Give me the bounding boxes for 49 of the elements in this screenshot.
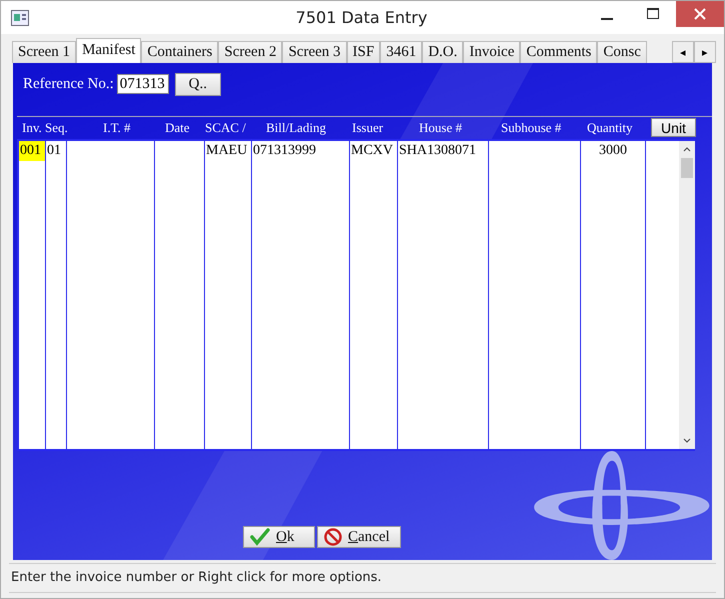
tab-scroll-button[interactable]: ▸ — [694, 41, 716, 63]
column-header-button[interactable]: Unit — [651, 118, 696, 137]
query-button[interactable]: Q.. — [174, 72, 221, 96]
table-cell-text: 01 — [46, 142, 62, 160]
table-cell-text: 071313999 — [252, 142, 317, 160]
column-header: Issuer — [352, 120, 384, 136]
tab[interactable]: Consc — [597, 41, 647, 63]
close-button[interactable] — [676, 1, 724, 27]
tab[interactable]: D.O. — [422, 41, 464, 63]
window-title: 7501 Data Entry — [294, 8, 428, 27]
cancel-button[interactable]: Cancel — [317, 526, 401, 548]
scroll-down-icon[interactable] — [683, 438, 691, 444]
column-header: I.T. # — [103, 120, 132, 136]
vertical-scrollbar[interactable] — [679, 141, 695, 449]
column-header: Subhouse # — [501, 120, 562, 136]
tab[interactable]: Screen 3 — [282, 41, 347, 63]
column-header: Bill/Lading — [266, 120, 327, 136]
table-cell-text: SHA1308071 — [398, 142, 478, 160]
minimize-icon — [601, 18, 613, 20]
app-icon — [11, 10, 29, 26]
column-header: SCAC / — [205, 120, 247, 136]
ok-button[interactable]: Ok — [243, 526, 315, 548]
maximize-icon — [646, 7, 660, 21]
table-cell-text: MAEU — [205, 142, 248, 160]
checkmark-icon — [250, 528, 270, 546]
tab[interactable]: Screen 1 — [12, 41, 76, 63]
column-header: House # — [419, 120, 463, 136]
scroll-thumb[interactable] — [681, 158, 693, 178]
tab[interactable]: Manifest — [76, 38, 142, 63]
column-header: Date — [165, 120, 191, 136]
tab[interactable]: Containers — [141, 41, 218, 63]
tab[interactable]: Invoice — [463, 41, 520, 63]
scroll-up-icon[interactable] — [683, 146, 691, 152]
tab[interactable]: Comments — [520, 41, 598, 63]
status-bar: Enter the invoice number or Right click for more options. — [9, 563, 716, 593]
close-icon — [693, 7, 707, 21]
tab[interactable]: 3461 — [380, 41, 422, 63]
column-header: Quantity — [587, 120, 634, 136]
column-header: Seq. — [45, 120, 69, 136]
table-cell: 001 — [19, 141, 45, 161]
table-cell-text: MCXV — [350, 142, 394, 160]
tab[interactable]: Screen 2 — [218, 41, 282, 63]
tab[interactable]: ISF — [346, 41, 380, 63]
table-cell-text: 3000 — [598, 142, 628, 160]
no-entry-icon — [324, 528, 342, 546]
tab-scroll-button[interactable]: ◂ — [672, 41, 694, 63]
reference-field[interactable]: 071313 — [116, 74, 169, 94]
column-header: Inv. — [22, 120, 43, 136]
reference-label: Reference No.: — [23, 76, 114, 92]
